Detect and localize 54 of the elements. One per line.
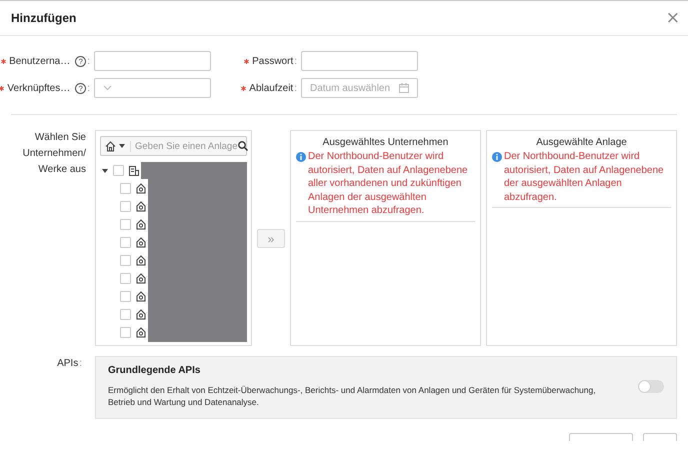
house-icon (136, 254, 146, 266)
house-icon (136, 290, 146, 302)
checkbox[interactable] (113, 165, 124, 176)
api-title: Grundlegende APIs (108, 365, 202, 376)
checkbox[interactable] (120, 326, 131, 338)
building-icon (129, 166, 139, 176)
checkbox[interactable] (120, 272, 131, 284)
house-icon (136, 236, 146, 248)
house-icon (136, 218, 146, 230)
checkbox[interactable] (120, 308, 131, 320)
search-icon (238, 141, 248, 151)
calendar-icon (399, 83, 409, 93)
search-field[interactable]: Geben Sie einen Anlage (100, 136, 247, 156)
checkbox[interactable] (120, 200, 131, 212)
label-colon: : (87, 82, 90, 94)
house-icon (136, 308, 146, 320)
checkbox[interactable] (120, 236, 131, 248)
panel-title: Ausgewähltes Unternehmen (322, 137, 450, 148)
section-label: Wählen Sie Unternehmen/ Werke aus (22, 131, 87, 177)
field-label: Verknüpftes… (7, 82, 70, 94)
field-label: Benutzerna… (9, 56, 70, 66)
home-icon (105, 140, 116, 152)
field-label: Ablaufzeit (249, 82, 294, 94)
search-placeholder: Geben Sie einen Anlage (130, 140, 238, 152)
caret-down-icon (119, 144, 125, 148)
password-field[interactable] (301, 51, 418, 71)
chevron-down-icon (103, 85, 112, 91)
checkbox[interactable] (120, 182, 131, 194)
dialog-title: Hinzufügen (11, 11, 76, 25)
notice-text: Der Northbound-Benutzer wird autorisiert, Daten auf Anlagenebene der ausgewählten Anlagen abzufragen. (504, 150, 665, 204)
dropdown-field[interactable] (94, 78, 211, 98)
input-field[interactable] (94, 51, 211, 71)
api-description: Ermöglicht den Erhalt von Echtzeit-Überwachungs-, Berichts- und Alarmdaten von Anlagen und Geräten für Systemüberwachung, Betrieb und Wartung und Datenanalyse. (108, 384, 597, 408)
label-colon: : (79, 357, 82, 371)
label-colon: : (294, 82, 297, 94)
house-icon (136, 182, 146, 194)
label-colon: : (87, 56, 90, 66)
checkbox[interactable] (120, 290, 131, 302)
label-colon: : (294, 56, 297, 66)
toggle-switch[interactable] (638, 380, 664, 393)
notice-text: Der Northbound-Benutzer wird autorisiert, Daten auf Anlagenebene aller vorhandenen und zukünftigen Anlagen der ausgewählten Unternehmen abzufragen. (308, 150, 469, 218)
checkbox[interactable] (120, 254, 131, 266)
field-placeholder: Datum auswählen (310, 82, 390, 94)
info-icon (296, 152, 306, 162)
house-icon (136, 272, 146, 284)
panel-title: Ausgewählte Anlage (535, 137, 628, 148)
field-label: Passwort (252, 56, 294, 66)
house-icon (136, 326, 146, 338)
info-icon (492, 152, 502, 162)
house-icon (136, 200, 146, 212)
section-label: APIs (57, 357, 78, 371)
close-button[interactable]: × (666, 10, 680, 26)
date-field[interactable]: Datum auswählen (301, 78, 418, 98)
checkbox[interactable] (120, 218, 131, 230)
